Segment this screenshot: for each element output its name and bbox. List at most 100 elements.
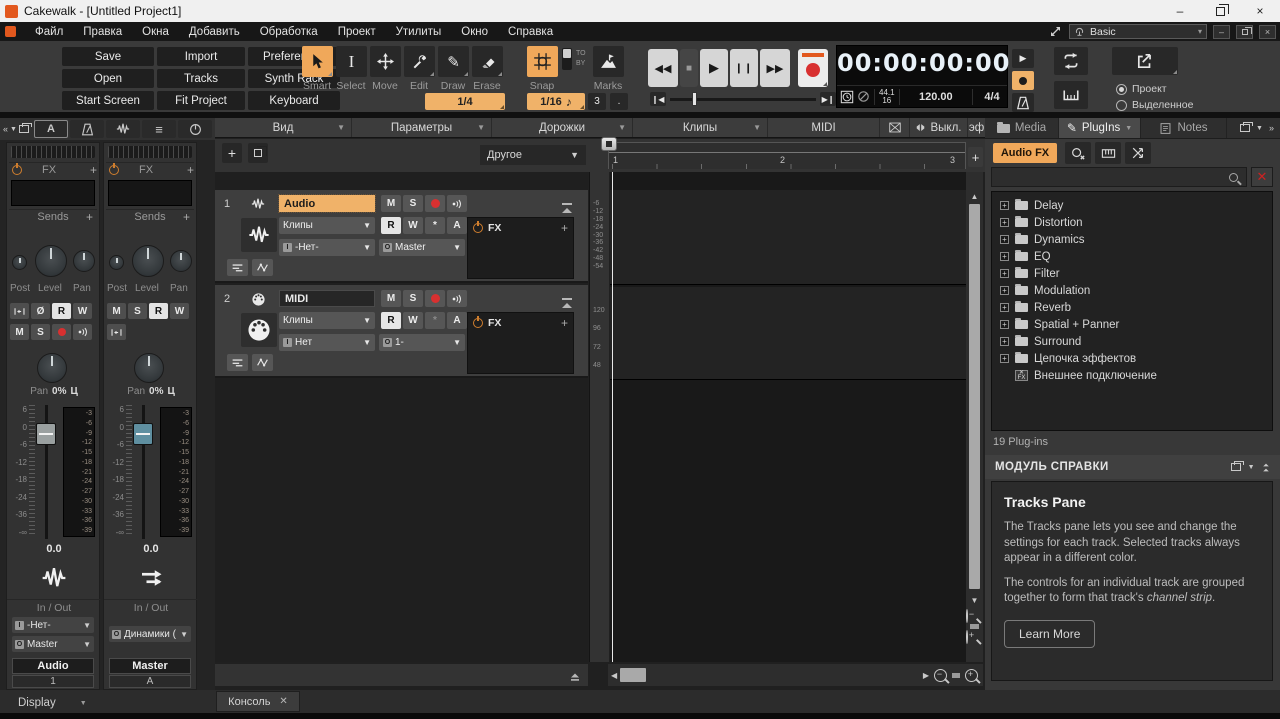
dock-icon[interactable]: [1240, 124, 1250, 132]
solo-button[interactable]: S: [403, 195, 423, 212]
chevron-down-icon[interactable]: ▼: [10, 126, 17, 133]
output-dropdown[interactable]: O1-▼: [379, 334, 465, 351]
menu-item[interactable]: Окна: [132, 22, 179, 41]
arm-button[interactable]: [425, 195, 445, 212]
sends-header[interactable]: Sends+: [9, 209, 97, 224]
scrollbar-thumb[interactable]: [620, 668, 646, 682]
menu-item[interactable]: Обработка: [250, 22, 328, 41]
output-dropdown[interactable]: O Master▼: [12, 636, 94, 652]
arm-button[interactable]: [52, 324, 71, 340]
toolbar-button[interactable]: Import: [157, 47, 245, 66]
arm-button[interactable]: [425, 290, 445, 307]
crossfade-button[interactable]: [880, 118, 910, 137]
strip-name[interactable]: Master: [109, 658, 191, 674]
level-knob[interactable]: [35, 245, 67, 277]
write-button[interactable]: W: [73, 303, 92, 319]
tree-item[interactable]: Dynamics: [1000, 231, 1272, 248]
sends-header[interactable]: Sends+: [106, 209, 194, 224]
minimize-button[interactable]: –: [1160, 0, 1200, 22]
marks-button[interactable]: [593, 46, 624, 77]
expand-icon[interactable]: [1000, 235, 1009, 244]
display-dropdown[interactable]: Display▼: [18, 695, 128, 711]
tool-edit[interactable]: [404, 46, 435, 77]
chevron-down-icon[interactable]: ▼: [1256, 125, 1263, 132]
menu-item[interactable]: Правка: [73, 22, 132, 41]
scroll-right-icon[interactable]: ▶: [923, 671, 929, 680]
tree-item-external[interactable]: ✕FX Внешнее подключение: [1000, 367, 1272, 384]
interleave-button[interactable]: [107, 324, 126, 340]
menu-item[interactable]: Справка: [498, 22, 563, 41]
fx-power-icon[interactable]: [109, 165, 119, 175]
strip-name[interactable]: Audio: [12, 658, 94, 674]
volume-readout[interactable]: 0.0: [104, 543, 198, 555]
tab-media[interactable]: Media: [985, 118, 1059, 138]
tool-erase[interactable]: [472, 46, 503, 77]
tree-item[interactable]: EQ: [1000, 248, 1272, 265]
track-name[interactable]: Audio: [279, 195, 375, 212]
fx-power-icon[interactable]: [473, 223, 483, 233]
position-slider-thumb[interactable]: [692, 92, 697, 106]
fader-thumb[interactable]: [133, 423, 153, 445]
search-icon[interactable]: [1229, 173, 1238, 182]
mute-button[interactable]: M: [381, 290, 401, 307]
take-lanes-icon[interactable]: [227, 354, 248, 371]
scroll-up-icon[interactable]: ▲: [966, 172, 983, 201]
tab-console[interactable]: Консоль ✕: [216, 691, 300, 712]
add-icon[interactable]: +: [183, 210, 190, 224]
toolbar-button[interactable]: Keyboard: [248, 91, 340, 110]
zoom-out-icon[interactable]: −: [966, 609, 968, 623]
menu-view[interactable]: Вид▼: [215, 118, 352, 137]
expand-icon[interactable]: [1000, 218, 1009, 227]
clip-lane-midi[interactable]: [610, 287, 966, 380]
fx-bin[interactable]: [108, 180, 192, 206]
go-start-button[interactable]: ❙◀: [650, 92, 666, 106]
record-button[interactable]: [798, 49, 828, 87]
volume-readout[interactable]: 0.0: [7, 543, 101, 555]
collapse-icon[interactable]: [1262, 463, 1270, 472]
snap-button[interactable]: [527, 46, 558, 77]
loop-button[interactable]: [1054, 47, 1088, 75]
add-icon[interactable]: +: [187, 163, 194, 177]
tab-clip-properties[interactable]: [70, 120, 104, 138]
clip-lane-audio[interactable]: [610, 190, 966, 285]
go-end-button[interactable]: ▶❙: [820, 92, 836, 106]
tree-item[interactable]: Delay: [1000, 197, 1272, 214]
expand-icon[interactable]: [1000, 303, 1009, 312]
post-knob[interactable]: [109, 255, 124, 270]
expand-icon[interactable]: [1000, 286, 1009, 295]
input-dropdown[interactable]: I-Нет-▼: [279, 239, 375, 256]
punch-button[interactable]: [1054, 81, 1088, 109]
interleave-button[interactable]: [10, 303, 29, 319]
zoom-in-icon[interactable]: +: [965, 669, 978, 682]
tree-item[interactable]: Distortion: [1000, 214, 1272, 231]
close-button[interactable]: ×: [1240, 0, 1280, 22]
expand-icon[interactable]: [1000, 337, 1009, 346]
freeze-button[interactable]: *: [425, 217, 445, 234]
track-row-midi[interactable]: 2 MIDI M S Клипы▼ R W * A FX+ IНет▼ O1-▼: [215, 285, 588, 378]
workspace-selector[interactable]: Basic ▾: [1069, 24, 1207, 39]
automation-button[interactable]: A: [447, 217, 467, 234]
phase-button[interactable]: Ø: [31, 303, 50, 319]
solo-button[interactable]: S: [31, 324, 50, 340]
restore-button[interactable]: [1200, 0, 1240, 22]
toolbar-button[interactable]: Tracks: [157, 69, 245, 88]
tree-item[interactable]: Spatial + Panner: [1000, 316, 1272, 333]
mdi-minimize-button[interactable]: –: [1213, 25, 1230, 39]
pause-button[interactable]: ❙❙: [730, 49, 758, 87]
position-slider[interactable]: [670, 98, 816, 101]
meter-value[interactable]: 4/4: [977, 91, 1007, 103]
mute-button[interactable]: M: [381, 195, 401, 212]
playhead-handle[interactable]: [601, 137, 617, 151]
collapse-left-icon[interactable]: «: [3, 124, 8, 134]
scrollbar-thumb[interactable]: [969, 204, 980, 589]
menu-item[interactable]: Окно: [451, 22, 498, 41]
horizontal-scrollbar[interactable]: ◀ ▶ − +: [608, 664, 983, 686]
tab-plugins[interactable]: ✎PlugIns▼: [1059, 118, 1141, 138]
pan-knob[interactable]: [37, 353, 67, 383]
collapse-track-icon[interactable]: [562, 196, 574, 208]
tree-item[interactable]: Reverb: [1000, 299, 1272, 316]
solo-button[interactable]: S: [128, 303, 147, 319]
tab-properties[interactable]: ≡: [142, 120, 176, 138]
no-input-icon[interactable]: [857, 90, 870, 103]
expand-icon[interactable]: [1000, 269, 1009, 278]
